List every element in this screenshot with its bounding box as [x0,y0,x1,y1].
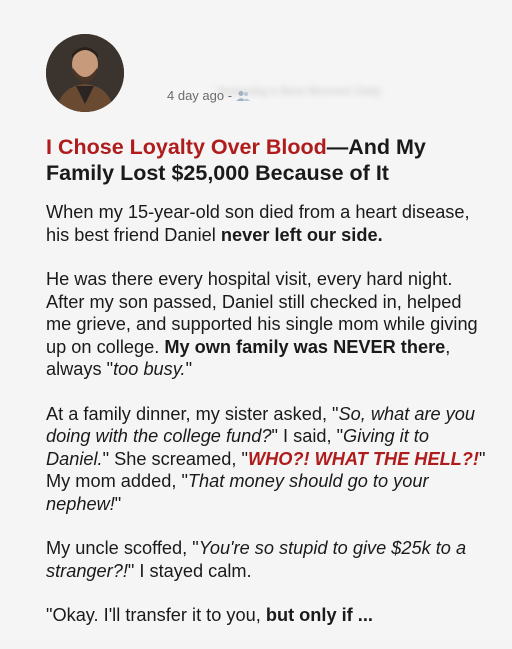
post-title: I Chose Loyalty Over Blood—And My Family… [46,134,476,186]
post-body: When my 15-year-old son died from a hear… [46,201,486,649]
p4-text: My uncle scoffed, " [46,538,199,558]
paragraph-4: My uncle scoffed, "You're so stupid to g… [46,537,486,582]
p3-text-b: " I said, " [271,426,344,446]
paragraph-1: When my 15-year-old son died from a hear… [46,201,486,246]
p5-text: "Okay. I'll transfer it to you, [46,605,266,625]
time-ago[interactable]: 4 day ago - [167,88,232,103]
p2-emphasis: My own family was NEVER there [164,336,446,357]
p2-quote: too busy. [113,359,186,379]
p3-text-e: " [114,493,122,514]
friends-icon [236,90,251,102]
paragraph-3: At a family dinner, my sister asked, "So… [46,403,486,516]
p4-text-b: " I stayed calm. [127,560,252,581]
title-accent: I Chose Loyalty Over Blood [46,135,327,159]
p3-text: At a family dinner, my sister asked, " [46,403,339,424]
paragraph-5: "Okay. I'll transfer it to you, but only… [46,604,486,627]
p2-text-c: " [185,359,193,379]
avatar-photo-icon [46,34,124,112]
avatar[interactable] [46,34,124,112]
post-card: Yesterday's Best Moment Daily 4 day ago … [0,0,512,640]
p3-text-c: " She screamed, " [102,448,248,469]
paragraph-2: He was there every hospital visit, every… [46,268,486,381]
p1-emphasis: never left our side. [220,224,383,245]
p3-shout: WHO?! WHAT THE HELL?! [247,448,479,469]
post-header: Yesterday's Best Moment Daily 4 day ago … [46,34,476,114]
post-meta: 4 day ago - [167,88,251,103]
p5-emphasis: but only if ... [265,605,373,625]
